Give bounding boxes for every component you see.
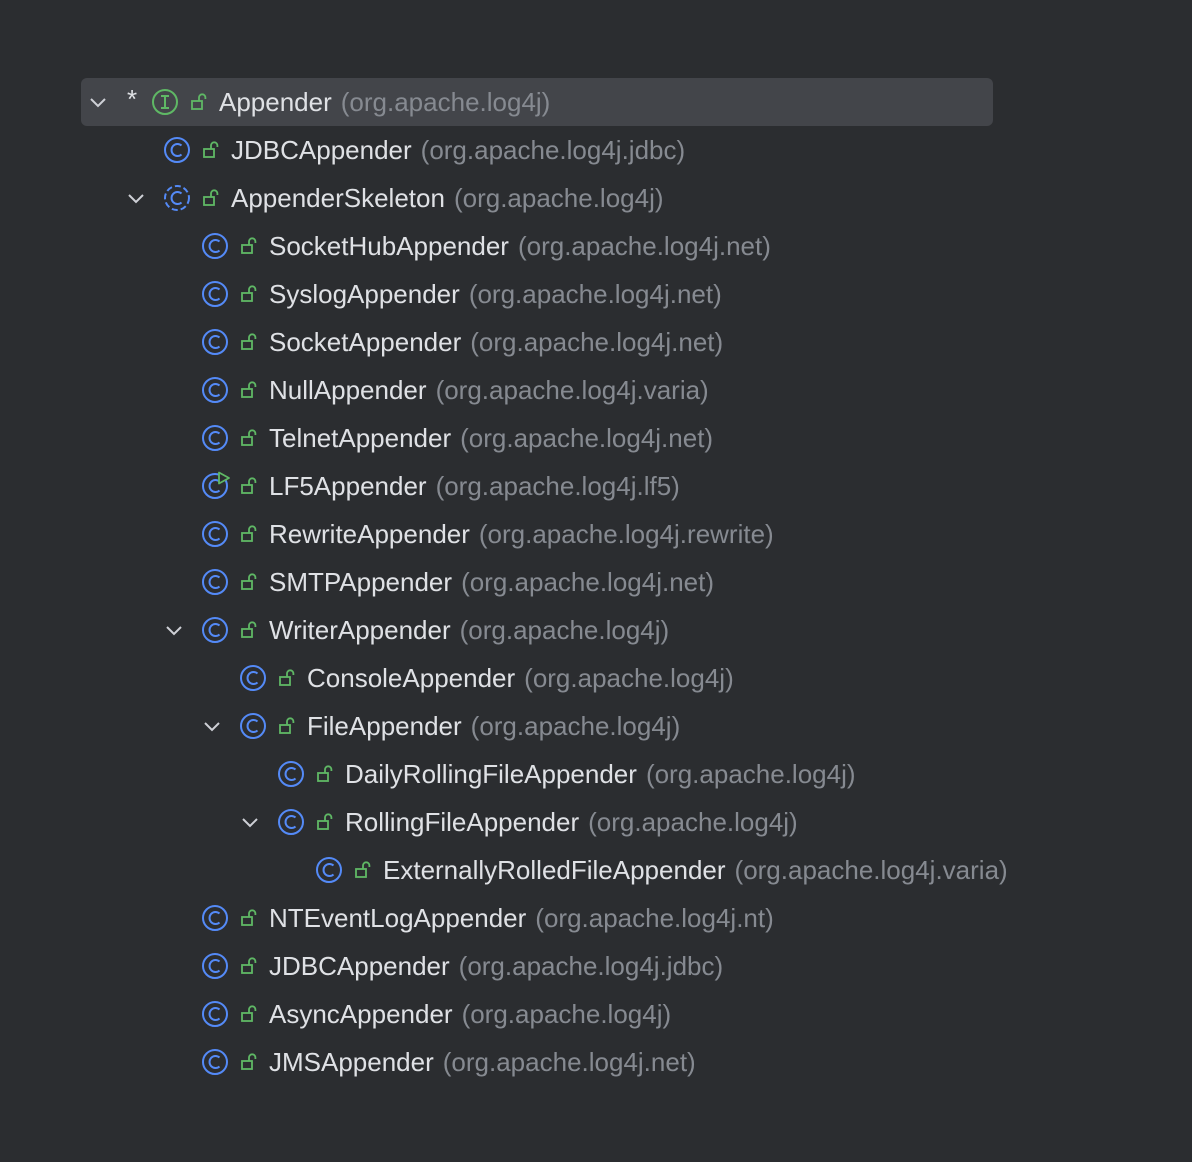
tree-row-label: ExternallyRolledFileAppender (org.apache.… — [383, 855, 1008, 885]
tree-row-externallyrolledfileappender[interactable]: ExternallyRolledFileAppender (org.apache.… — [0, 846, 1192, 894]
class-icon — [278, 761, 304, 787]
tree-row-label: SMTPAppender (org.apache.log4j.net) — [269, 567, 715, 597]
class-icon — [164, 137, 190, 163]
class-icon — [240, 713, 266, 739]
tree-row-label: DailyRollingFileAppender (org.apache.log4… — [345, 759, 856, 789]
tree-row-sockethubappender[interactable]: SocketHubAppender (org.apache.log4j.net) — [0, 222, 1192, 270]
class-icon — [202, 425, 228, 451]
public-access-icon — [241, 429, 257, 446]
marker-star: * — [127, 84, 138, 114]
class-icon — [202, 329, 228, 355]
public-access-icon — [241, 381, 257, 398]
chevron-down-icon[interactable] — [86, 90, 110, 114]
public-access-icon — [355, 861, 371, 878]
public-access-icon — [241, 909, 257, 926]
public-access-icon — [241, 573, 257, 590]
tree-row-jdbcappender[interactable]: JDBCAppender (org.apache.log4j.jdbc) — [0, 126, 1192, 174]
chevron-down-icon[interactable] — [238, 810, 262, 834]
class-icon — [240, 665, 266, 691]
tree-row-label: AppenderSkeleton (org.apache.log4j) — [231, 183, 664, 213]
tree-row-socketappender[interactable]: SocketAppender (org.apache.log4j.net) — [0, 318, 1192, 366]
tree-row-label: NTEventLogAppender (org.apache.log4j.nt) — [269, 903, 774, 933]
public-access-icon — [241, 237, 257, 254]
tree-row-jmsappender[interactable]: JMSAppender (org.apache.log4j.net) — [0, 1038, 1192, 1086]
class-icon — [202, 953, 228, 979]
tree-row-writerappender[interactable]: WriterAppender (org.apache.log4j) — [0, 606, 1192, 654]
chevron-down-icon[interactable] — [200, 714, 224, 738]
class-icon — [202, 1049, 228, 1075]
public-access-icon — [317, 765, 333, 782]
public-access-icon — [241, 1053, 257, 1070]
class-icon — [202, 617, 228, 643]
tree-row-asyncappender[interactable]: AsyncAppender (org.apache.log4j) — [0, 990, 1192, 1038]
tree-row-syslogappender[interactable]: SyslogAppender (org.apache.log4j.net) — [0, 270, 1192, 318]
tree-row-consoleappender[interactable]: ConsoleAppender (org.apache.log4j) — [0, 654, 1192, 702]
tree-row-label: RewriteAppender (org.apache.log4j.rewrite… — [269, 519, 774, 549]
chevron-down-icon[interactable] — [124, 186, 148, 210]
public-access-icon — [203, 141, 219, 158]
tree-row-label: JDBCAppender (org.apache.log4j.jdbc) — [231, 135, 686, 165]
public-access-icon — [241, 621, 257, 638]
tree-row-fileappender[interactable]: FileAppender (org.apache.log4j) — [0, 702, 1192, 750]
class-icon — [202, 1001, 228, 1027]
chevron-down-icon[interactable] — [162, 618, 186, 642]
tree-row-lf5appender[interactable]: LF5Appender (org.apache.log4j.lf5) — [0, 462, 1192, 510]
tree-row-label: Appender (org.apache.log4j) — [219, 87, 551, 117]
tree-row-label: RollingFileAppender (org.apache.log4j) — [345, 807, 798, 837]
tree-row-label: JMSAppender (org.apache.log4j.net) — [269, 1047, 696, 1077]
public-access-icon — [241, 333, 257, 350]
class-icon — [316, 857, 342, 883]
class-icon — [202, 569, 228, 595]
tree-row-label: TelnetAppender (org.apache.log4j.net) — [269, 423, 714, 453]
public-access-icon — [241, 285, 257, 302]
tree-row-label: NullAppender (org.apache.log4j.varia) — [269, 375, 709, 405]
tree-row-nteventlogappender[interactable]: NTEventLogAppender (org.apache.log4j.nt) — [0, 894, 1192, 942]
public-access-icon — [317, 813, 333, 830]
class-icon — [202, 233, 228, 259]
tree-row-label: LF5Appender (org.apache.log4j.lf5) — [269, 471, 680, 501]
tree-row-label: SocketAppender (org.apache.log4j.net) — [269, 327, 724, 357]
interface-icon — [152, 89, 178, 115]
tree-row-dailyrollingfileappender[interactable]: DailyRollingFileAppender (org.apache.log4… — [0, 750, 1192, 798]
class-icon — [202, 281, 228, 307]
tree-row-appender[interactable]: * Appender (org.apache.log4j) — [0, 78, 1192, 126]
tree-row-smtpappender[interactable]: SMTPAppender (org.apache.log4j.net) — [0, 558, 1192, 606]
tree-row-jdbcappender[interactable]: JDBCAppender (org.apache.log4j.jdbc) — [0, 942, 1192, 990]
tree-row-label: ConsoleAppender (org.apache.log4j) — [307, 663, 734, 693]
tree-row-rollingfileappender[interactable]: RollingFileAppender (org.apache.log4j) — [0, 798, 1192, 846]
public-access-icon — [241, 957, 257, 974]
runnable-class-icon — [202, 471, 230, 499]
public-access-icon — [279, 669, 295, 686]
tree-row-label: WriterAppender (org.apache.log4j) — [269, 615, 670, 645]
class-icon — [278, 809, 304, 835]
class-icon — [202, 377, 228, 403]
public-access-icon — [203, 189, 219, 206]
tree-row-label: AsyncAppender (org.apache.log4j) — [269, 999, 672, 1029]
tree-row-rewriteappender[interactable]: RewriteAppender (org.apache.log4j.rewrite… — [0, 510, 1192, 558]
tree-row-label: FileAppender (org.apache.log4j) — [307, 711, 681, 741]
tree-row-label: SyslogAppender (org.apache.log4j.net) — [269, 279, 722, 309]
public-access-icon — [241, 1005, 257, 1022]
public-access-icon — [191, 93, 207, 110]
tree-row-label: SocketHubAppender (org.apache.log4j.net) — [269, 231, 771, 261]
class-icon — [202, 905, 228, 931]
class-icon — [202, 521, 228, 547]
tree-row-telnetappender[interactable]: TelnetAppender (org.apache.log4j.net) — [0, 414, 1192, 462]
public-access-icon — [241, 525, 257, 542]
tree-row-label: JDBCAppender (org.apache.log4j.jdbc) — [269, 951, 724, 981]
type-hierarchy-tree: * Appender (org.apache.log4j) JDBCAppende… — [0, 78, 1192, 1086]
abstract-class-icon — [164, 185, 190, 211]
public-access-icon — [279, 717, 295, 734]
tree-row-appenderskeleton[interactable]: AppenderSkeleton (org.apache.log4j) — [0, 174, 1192, 222]
public-access-icon — [241, 477, 257, 494]
tree-row-nullappender[interactable]: NullAppender (org.apache.log4j.varia) — [0, 366, 1192, 414]
